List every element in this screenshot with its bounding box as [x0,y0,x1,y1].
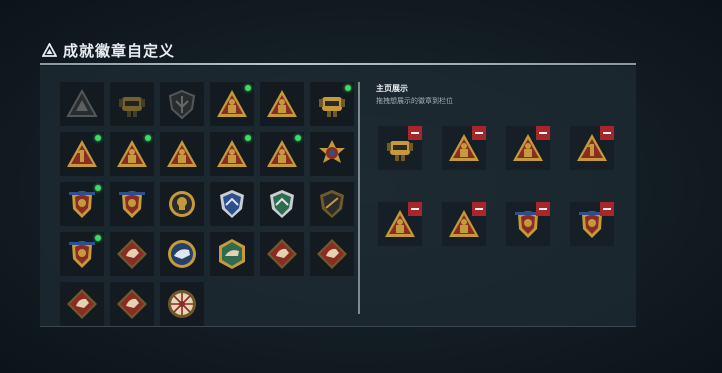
remove-badge-button[interactable] [536,202,550,216]
triangle-soldier-icon [217,140,247,167]
minus-icon [411,208,419,210]
badge-slot[interactable] [210,132,254,176]
remove-badge-button[interactable] [408,126,422,140]
panel-divider [358,82,360,314]
triangle-soldier-icon [167,140,197,167]
badge-slot[interactable] [110,232,154,276]
page-title: 成就徽章自定义 [63,41,176,60]
bronze-shield-icon [320,190,344,218]
remove-badge-button[interactable] [600,126,614,140]
triangle-soldier-icon [217,90,247,117]
badge-slot[interactable] [310,232,354,276]
badge-slot[interactable] [160,282,204,326]
new-badge-indicator [245,135,251,141]
triangle-soldier-icon [117,140,147,167]
badge-slot[interactable] [110,282,154,326]
badge-slot[interactable] [60,182,104,226]
header-rule [40,63,636,65]
crest-shield-icon [69,241,95,268]
crest-shield-icon [119,191,145,218]
badge-slot[interactable] [260,232,304,276]
diamond-beast-icon [267,239,297,269]
showcase-slot[interactable] [442,202,486,246]
badge-slot[interactable] [210,232,254,276]
green-shield-icon [270,190,294,218]
showcase-slot[interactable] [570,202,614,246]
showcase-slot[interactable] [570,126,614,170]
new-badge-indicator [345,85,351,91]
badge-slot[interactable] [110,132,154,176]
minus-icon [539,208,547,210]
diamond-beast-icon [317,239,347,269]
badge-slot[interactable] [60,132,104,176]
badge-slot[interactable] [210,82,254,126]
minus-icon [603,132,611,134]
new-badge-indicator [95,235,101,241]
new-badge-indicator [95,185,101,191]
shield-wing-icon [168,89,196,120]
page-header: 成就徽章自定义 [42,38,175,62]
showcase-slot[interactable] [442,126,486,170]
triangle-soldier-icon [267,90,297,117]
crest-shield-icon [69,191,95,218]
minus-icon [475,132,483,134]
diamond-beast-icon [117,289,147,319]
badge-slot[interactable] [60,232,104,276]
triangle-emblem-icon [66,88,98,117]
badge-slot[interactable] [260,82,304,126]
badge-slot[interactable] [160,82,204,126]
diamond-beast-icon [67,289,97,319]
blue-shield-icon [220,190,244,218]
remove-badge-button[interactable] [600,202,614,216]
minus-icon [539,132,547,134]
badge-slot[interactable] [110,82,154,126]
badge-slot[interactable] [160,132,204,176]
triangle-badge-icon [42,43,57,57]
badge-slot[interactable] [160,232,204,276]
showcase-subtitle: 拖拽想展示的徽章到栏位 [376,97,453,105]
badge-slot[interactable] [310,82,354,126]
triangle-number-one-icon [67,140,97,167]
minus-icon [603,208,611,210]
round-wheel-icon [168,290,196,318]
new-badge-indicator [295,135,301,141]
showcase-slot[interactable] [506,202,550,246]
mech-helmet-icon [319,97,345,117]
remove-badge-button[interactable] [536,126,550,140]
badge-slot[interactable] [110,182,154,226]
minus-icon [411,132,419,134]
remove-badge-button[interactable] [472,202,486,216]
badge-slot[interactable] [310,182,354,226]
gold-medal-icon [319,140,345,163]
badge-slot[interactable] [60,282,104,326]
badge-slot[interactable] [260,182,304,226]
new-badge-indicator [245,85,251,91]
green-hex-icon [219,239,245,269]
showcase-title: 主页展示 [376,84,408,93]
badge-slot[interactable] [60,82,104,126]
round-blue-beast-icon [168,240,196,268]
showcase-slot[interactable] [378,202,422,246]
remove-badge-button[interactable] [472,126,486,140]
mech-helmet-icon [119,97,145,117]
triangle-soldier-icon [267,140,297,167]
remove-badge-button[interactable] [408,202,422,216]
badge-slot[interactable] [210,182,254,226]
showcase-slot[interactable] [506,126,550,170]
badge-slot[interactable] [260,132,304,176]
new-badge-indicator [95,135,101,141]
new-badge-indicator [145,135,151,141]
minus-icon [475,208,483,210]
showcase-slots [378,126,614,246]
showcase-slot[interactable] [378,126,422,170]
badge-slot[interactable] [310,132,354,176]
badge-collection-grid [60,82,354,326]
diamond-beast-icon [117,239,147,269]
badge-slot[interactable] [160,182,204,226]
round-skull-icon [169,191,195,217]
